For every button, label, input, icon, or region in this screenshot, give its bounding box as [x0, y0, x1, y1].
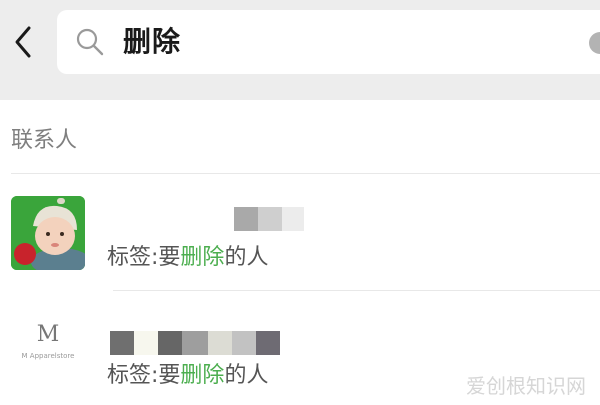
chevron-left-icon: [15, 26, 31, 58]
contact-name-redacted: [110, 331, 280, 355]
tag-prefix: 标签:要: [107, 363, 181, 388]
search-input[interactable]: 删除: [123, 24, 181, 60]
tag-suffix: 的人: [224, 363, 269, 388]
contact-result[interactable]: [0, 180, 600, 290]
section-header-contacts: 联系人: [11, 128, 78, 153]
search-icon: [76, 28, 104, 56]
watermark: 爱创根知识网: [466, 374, 586, 398]
tag-highlight: 删除: [180, 245, 225, 270]
avatar-logo: M: [36, 322, 60, 347]
back-button[interactable]: [8, 22, 38, 62]
avatar-logo-subtext: M Apparelstore: [21, 352, 75, 360]
clear-icon[interactable]: [589, 32, 600, 54]
tag-highlight: 删除: [180, 363, 225, 388]
baby-photo-icon: [11, 196, 85, 270]
divider: [11, 173, 600, 174]
contact-name-redacted: [234, 207, 304, 231]
search-box[interactable]: 删除: [57, 10, 600, 74]
top-bar: 删除: [0, 0, 600, 100]
tag-prefix: 标签:要: [107, 245, 181, 270]
avatar[interactable]: [11, 196, 85, 270]
contact-tag-line: 标签:要删除的人: [107, 243, 268, 273]
tag-suffix: 的人: [224, 245, 269, 270]
avatar[interactable]: M M Apparelstore: [11, 322, 85, 396]
divider: [113, 290, 600, 291]
contact-tag-line: 标签:要删除的人: [107, 361, 268, 391]
